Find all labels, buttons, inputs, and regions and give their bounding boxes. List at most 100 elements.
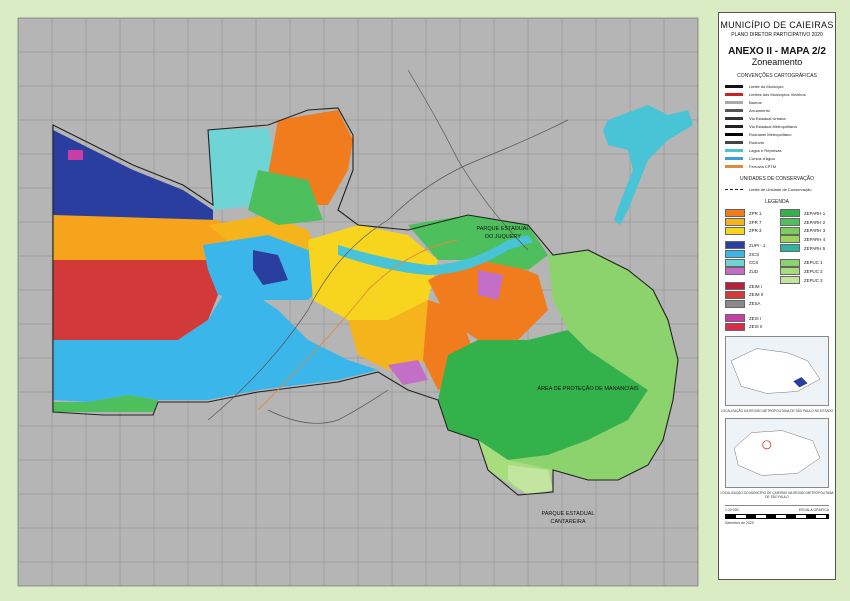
convention-symbol-icon — [725, 132, 743, 136]
scale-ratio: 1:20.000 — [725, 508, 739, 513]
zone-legend-item: ZPR 1 — [725, 209, 776, 218]
municipality-title: MUNICÍPIO DE CAIEIRAS — [720, 20, 834, 30]
zone-legend-item: ZEPUC 1 — [780, 258, 831, 267]
locator-caption-1: LOCALIZAÇÃO DA REGIÃO METROPOLITANA DE S… — [720, 409, 834, 414]
zone-swatch — [780, 209, 800, 218]
uc-item: Limite de Unidade de Conservação — [725, 185, 835, 193]
zones-right-column: ZEPARH 1 ZEPARH 2 ZEPARH 3 ZEPARH 4 ZEPARH 5… — [780, 209, 831, 331]
park-cantareira-label-1: PARQUE ESTADUAL — [542, 511, 595, 517]
zone-swatch — [725, 314, 745, 323]
convention-symbol-icon — [725, 92, 743, 96]
zoning-map: PARQUE ESTADUAL DO JUQUERY ÁREA DE PROTE… — [8, 10, 703, 593]
scale-bar — [725, 514, 829, 520]
zone-label: ZEPARH 5 — [804, 245, 826, 251]
convention-label: Via Estadual Urbana — [749, 115, 786, 121]
zone-swatch — [725, 299, 745, 308]
zone-swatch — [725, 241, 745, 250]
convention-label: Via Estadual Metropolitana — [749, 123, 797, 129]
zone-label: ZPR 3 — [749, 228, 762, 234]
zone-legend-item: ZUPI - 1 — [725, 241, 776, 250]
zone-label: ZEPUC 1 — [804, 260, 823, 266]
scale-label: ESCALA GRÁFICA — [798, 508, 829, 513]
convention-label: Bairros — [749, 99, 762, 105]
zone-swatch — [725, 218, 745, 227]
convention-item: Limites dos Municípios Vizinhos — [725, 90, 835, 98]
convention-label: Cursos d'água — [749, 155, 775, 161]
legend-panel: MUNICÍPIO DE CAIEIRAS PLANO DIRETOR PART… — [718, 12, 836, 580]
zone-swatch — [780, 244, 800, 253]
zone-legend-item: ZPR 7 — [725, 218, 776, 227]
convention-item: Via Estadual Metropolitana — [725, 122, 835, 130]
convention-item: Rodoanel Metropolitano — [725, 130, 835, 138]
zone-label: ZPR 1 — [749, 210, 762, 216]
zone-label: ZEPUC 3 — [804, 277, 823, 283]
zone-swatch — [725, 258, 745, 267]
convention-item: Bairros — [725, 98, 835, 106]
convention-item: Ferrovia CPTM — [725, 162, 835, 170]
zone-legend-item: ZICS — [725, 250, 776, 259]
zone-legend-item: ZEPARH 5 — [780, 244, 831, 253]
zone-swatch — [780, 218, 800, 227]
map-title: Zoneamento — [751, 57, 803, 67]
zone-legend-item: ZESA — [725, 299, 776, 308]
convention-symbol-icon — [725, 156, 743, 160]
zone-legend-item: ZEPARH 1 — [780, 209, 831, 218]
annex-title: ANEXO II - MAPA 2/2 — [728, 46, 826, 57]
convention-label: Limites dos Municípios Vizinhos — [749, 91, 806, 97]
zone-label: ZUD — [749, 268, 759, 274]
convention-symbol-icon — [725, 148, 743, 152]
zone-legend-item: ZEIM II — [725, 290, 776, 300]
zone-legend-item: ZEPARH 2 — [780, 218, 831, 227]
convention-item: Cursos d'água — [725, 154, 835, 162]
zone-legend-item: ZEPARH 3 — [780, 226, 831, 235]
convention-label: Limite do Município — [749, 83, 784, 89]
zone-label: ZEIS I — [749, 315, 762, 321]
locator-state-svg — [730, 348, 821, 394]
zone-legend-item: ZEIS I — [725, 314, 776, 323]
zone-label: ZEPARH 4 — [804, 236, 826, 242]
convention-symbol-icon — [725, 164, 743, 168]
legend-title: LEGENDA — [765, 199, 789, 205]
zone-label: ZPR 7 — [749, 219, 762, 225]
convention-symbol-icon — [725, 140, 743, 144]
zone-legend-item: ZPR 3 — [725, 226, 776, 235]
zone-label: ZEPARH 2 — [804, 219, 826, 225]
scale-block: 1:20.000 ESCALA GRÁFICA Setembro de 2020 — [725, 505, 829, 525]
convention-symbol-icon — [725, 100, 743, 104]
uc-line-icon — [725, 188, 743, 190]
zone-swatch — [780, 276, 800, 285]
locator-caption-2: LOCALIZAÇÃO DO MUNICÍPIO DE CAIEIRAS NA … — [720, 491, 834, 500]
map-sheet: PARQUE ESTADUAL DO JUQUERY ÁREA DE PROTE… — [0, 0, 850, 601]
convention-item: Lagos e Represas — [725, 146, 835, 154]
convention-label: Ferrovia CPTM — [749, 163, 777, 169]
zone-label: ZEPARH 3 — [804, 228, 826, 234]
zone-legend-item: ZEIM I — [725, 282, 776, 291]
convention-item: Limite do Município — [725, 82, 835, 90]
zone-swatch — [780, 267, 800, 276]
park-juquery-label-2: DO JUQUERY — [485, 234, 521, 240]
zone-swatch — [780, 235, 800, 244]
zone-swatch — [780, 226, 800, 235]
zones-left-column: ZPR 1 ZPR 7 ZPR 3 ZUPI - 1 ZICS CCS ZUD ZEIM I Z… — [725, 209, 776, 331]
apm-label: ÁREA DE PROTEÇÃO DE MANANCIAIS — [537, 385, 638, 392]
convention-item: Rodovia — [725, 138, 835, 146]
locator-map-state — [725, 336, 829, 407]
uc-item-label: Limite de Unidade de Conservação — [749, 186, 812, 192]
zone-swatch — [780, 258, 800, 267]
park-juquery-label-1: PARQUE ESTADUAL — [477, 226, 530, 232]
zone-legend-item: ZUD — [725, 267, 776, 276]
locator-rmsp-svg — [733, 430, 821, 476]
zone-label: ZUPI - 1 — [749, 242, 766, 248]
convention-label: Rodoanel Metropolitano — [749, 131, 792, 137]
zone-label: ZEPUC 2 — [804, 268, 823, 274]
convention-label: Arruamento — [749, 107, 770, 113]
convention-label: Lagos e Represas — [749, 147, 782, 153]
convention-item: Via Estadual Urbana — [725, 114, 835, 122]
convention-symbol-icon — [725, 116, 743, 120]
zones-legend: ZPR 1 ZPR 7 ZPR 3 ZUPI - 1 ZICS CCS ZUD ZEIM I Z… — [725, 209, 831, 331]
zone-label: ZESA — [749, 301, 761, 307]
zone-legend-item: CCS — [725, 258, 776, 267]
convention-symbol-icon — [725, 84, 743, 88]
zone-label: ZICS — [749, 251, 760, 257]
map-date: Setembro de 2020 — [725, 521, 754, 526]
